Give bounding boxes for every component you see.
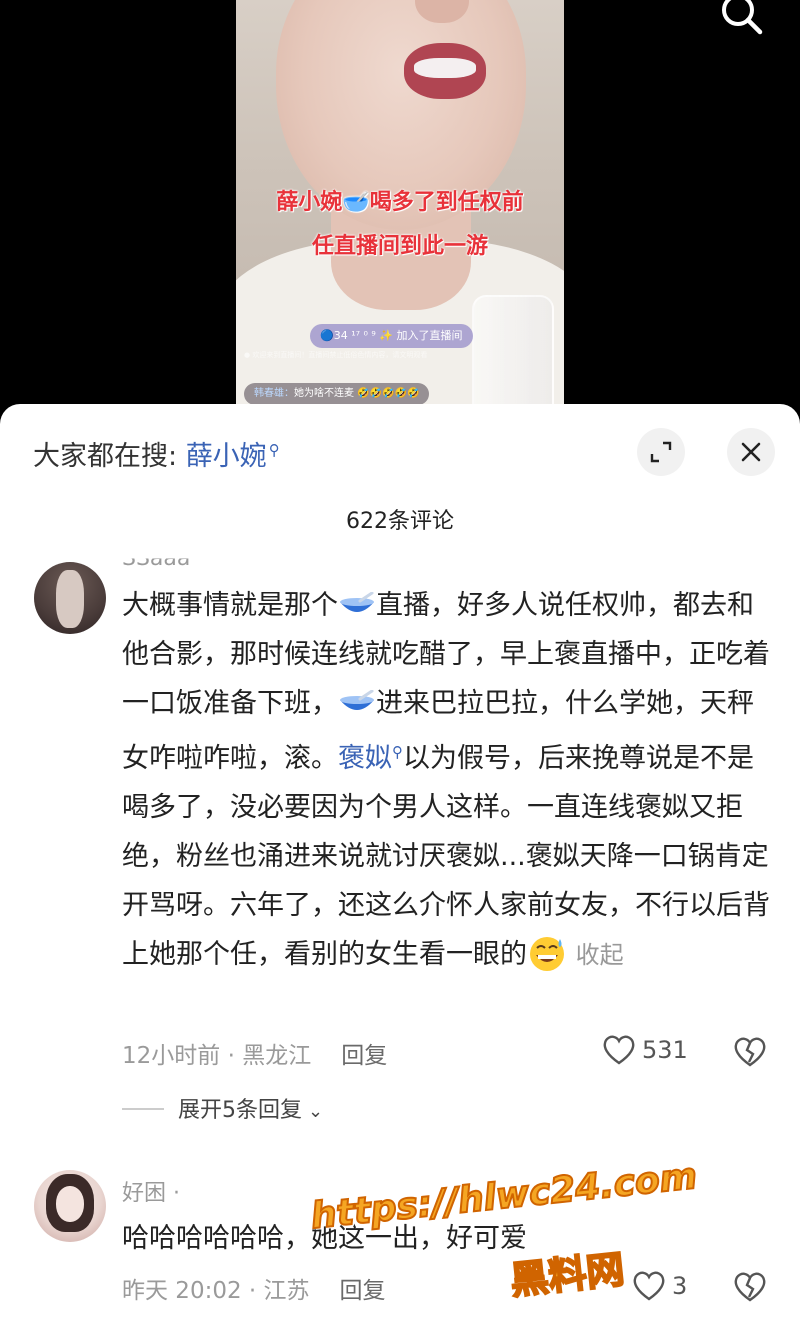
collapse-button[interactable]: 收起 <box>576 941 624 969</box>
search-small-icon: ⚲ <box>268 441 280 459</box>
trending-search[interactable]: 大家都在搜: 薛小婉 ⚲ <box>33 434 280 473</box>
broken-heart-icon <box>734 1037 766 1067</box>
keyword-link-text: 褒姒 <box>338 743 392 774</box>
chat-username: 韩春雄： <box>254 388 294 399</box>
divider-line <box>122 1108 164 1110</box>
reply-button[interactable]: 回复 <box>341 1043 387 1069</box>
chevron-down-icon: ⌄ <box>308 1101 324 1122</box>
like-button[interactable]: 531 <box>602 1034 688 1066</box>
like-count: 531 <box>642 1036 688 1064</box>
comment-text-part: 大概事情就是那个 <box>122 590 338 621</box>
live-notice: ● 欢迎来到直播间！直播间禁止低俗色情内容，请文明观看 <box>244 351 428 359</box>
comment-text: 大概事情就是那个 直播，好多人说任权帅，都去和他合影，那时候连线就吃醋了，早上褒直… <box>122 581 772 980</box>
avatar[interactable] <box>34 1170 106 1242</box>
trending-search-keyword[interactable]: 薛小婉 <box>186 441 267 472</box>
expand-icon <box>650 441 672 463</box>
video-frame: 薛小婉🥣喝多了到任权前 任直播间到此一游 🔵34 ¹⁷ ⁰ ⁹ ✨ 加入了直播间… <box>236 0 564 410</box>
reply-button[interactable]: 回复 <box>340 1278 386 1304</box>
bowl-emoji-icon <box>340 690 374 710</box>
dislike-button[interactable] <box>733 1036 767 1072</box>
heart-icon <box>603 1035 635 1065</box>
comment-count: 622条评论 <box>346 509 454 534</box>
comment-text-part: 以为假号，后来挽尊说是不是喝多了，没必要因为个男人这样。一直连线褒姒又拒绝，粉丝… <box>122 743 770 970</box>
laugh-sweat-emoji-icon <box>530 937 564 971</box>
video-player[interactable]: 薛小婉🥣喝多了到任权前 任直播间到此一游 🔵34 ¹⁷ ⁰ ⁹ ✨ 加入了直播间… <box>0 0 800 410</box>
expand-replies-button[interactable]: 展开5条回复 ⌄ <box>122 1092 323 1124</box>
heart-icon <box>633 1271 665 1301</box>
comment-meta: 12小时前 · 黑龙江 回复 <box>122 1036 387 1070</box>
chat-text: 她为啥不连麦 🤣🤣🤣🤣🤣 <box>294 388 420 399</box>
like-button[interactable]: 3 <box>632 1270 687 1302</box>
comment-username[interactable]: 好困 · <box>122 1175 180 1207</box>
search-icon[interactable] <box>716 0 766 42</box>
dislike-button[interactable] <box>733 1271 767 1307</box>
expand-button[interactable] <box>637 428 685 476</box>
join-notification: 🔵34 ¹⁷ ⁰ ⁹ ✨ 加入了直播间 <box>310 324 473 348</box>
like-count: 3 <box>672 1272 688 1300</box>
close-icon <box>741 442 761 462</box>
video-caption-line1: 薛小婉🥣喝多了到任权前 <box>276 190 524 215</box>
search-small-icon: ⚲ <box>392 743 403 761</box>
expand-replies-label: 展开5条回复 <box>178 1098 302 1123</box>
close-button[interactable] <box>727 428 775 476</box>
trending-search-prefix: 大家都在搜: <box>33 441 186 472</box>
avatar[interactable] <box>34 562 106 634</box>
broken-heart-icon <box>734 1272 766 1302</box>
live-chat-message: 韩春雄：她为啥不连麦 🤣🤣🤣🤣🤣 <box>244 383 430 405</box>
sheet-header: 大家都在搜: 薛小婉 ⚲ 622条评论 <box>0 404 800 564</box>
video-caption-line2: 任直播间到此一游 <box>311 234 488 259</box>
keyword-link[interactable]: 褒姒⚲ <box>338 743 403 774</box>
bowl-emoji-icon <box>340 592 374 612</box>
comment-time-location: 昨天 20:02 · 江苏 <box>122 1278 310 1304</box>
comment-meta: 昨天 20:02 · 江苏 回复 <box>122 1271 386 1305</box>
comment-time-location: 12小时前 · 黑龙江 <box>122 1043 312 1069</box>
